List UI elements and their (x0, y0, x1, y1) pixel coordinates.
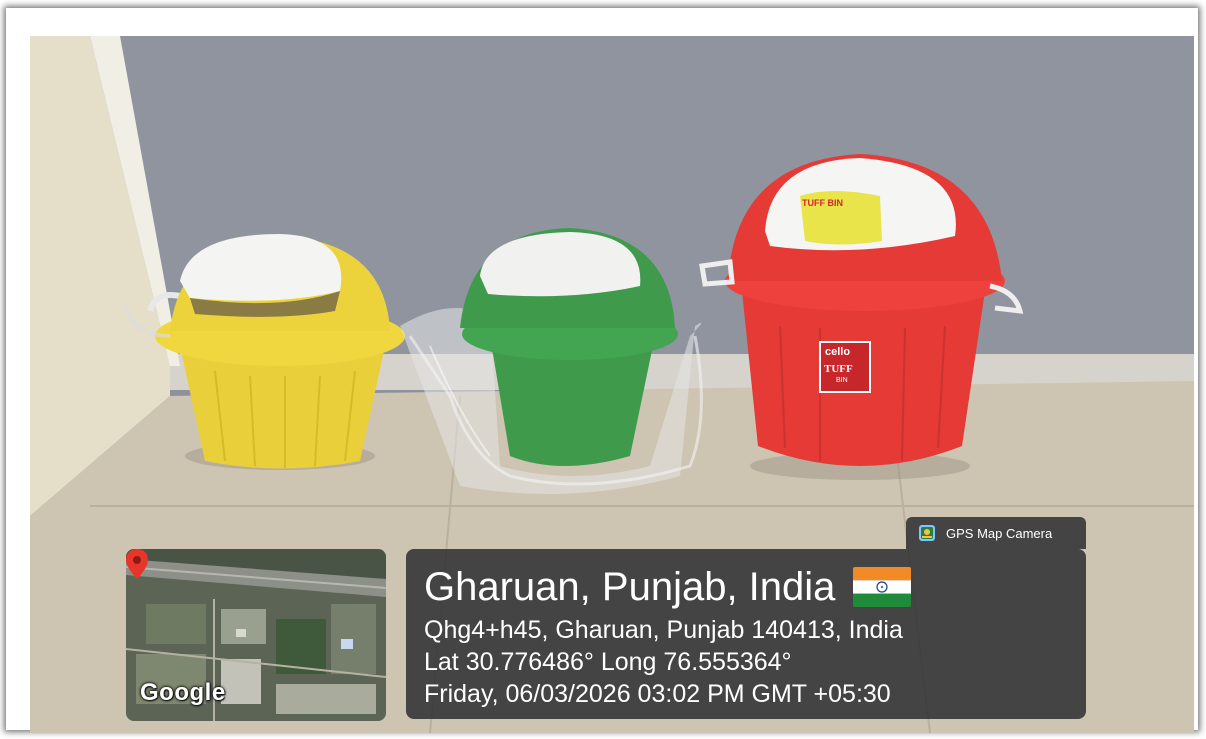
location-info-panel: Gharuan, Punjab, India Qhg4+h45, Gharuan… (406, 549, 1086, 719)
gps-camera-app-icon (919, 525, 935, 541)
address-line: Qhg4+h45, Gharuan, Punjab 140413, India (424, 616, 903, 644)
location-pin-icon (126, 549, 148, 579)
india-flag-icon (853, 567, 912, 607)
app-badge-label: GPS Map Camera (946, 525, 1053, 541)
red-lid-label: TUFF BIN (802, 198, 843, 208)
map-thumbnail[interactable]: Google (126, 549, 386, 721)
datetime-line: Friday, 06/03/2026 03:02 PM GMT +05:30 (424, 680, 891, 708)
google-logo: Google (140, 679, 226, 706)
red-bin-sublabel: BIN (836, 377, 848, 384)
red-bin-label: TUFF (824, 363, 853, 375)
location-title: Gharuan, Punjab, India (424, 563, 912, 611)
gps-map-camera-badge: GPS Map Camera (906, 517, 1086, 549)
location-title-text: Gharuan, Punjab, India (424, 565, 836, 609)
coordinates-line: Lat 30.776486° Long 76.555364° (424, 648, 792, 676)
red-bin-brand: cello (825, 346, 851, 358)
